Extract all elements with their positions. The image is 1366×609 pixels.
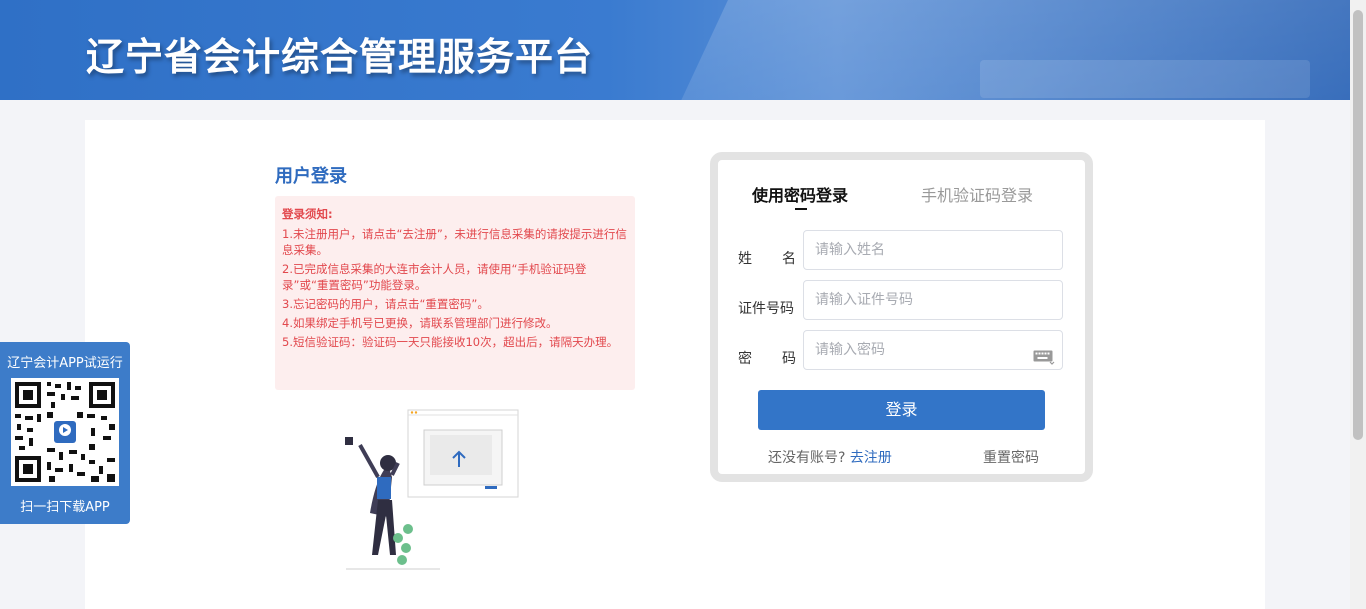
- name-input[interactable]: [803, 230, 1063, 270]
- login-button[interactable]: 登录: [758, 390, 1045, 430]
- user-login-heading: 用户登录: [275, 166, 347, 187]
- notice-item: 2.已完成信息采集的大连市会计人员，请使用“手机验证码登录”或“重置密码”功能登…: [282, 262, 587, 292]
- notice-item: 4.如果绑定手机号已更换，请联系管理部门进行修改。: [282, 316, 558, 330]
- active-tab-indicator: [795, 208, 807, 210]
- login-panel: 使用密码登录 手机验证码登录 姓 名 证件号码 密 码 登录 还没有账号? 去注…: [710, 152, 1093, 482]
- name-label-char: 名: [782, 251, 796, 267]
- header-banner: 辽宁省会计综合管理服务平台: [0, 0, 1350, 100]
- login-notice: 登录须知: 1.未注册用户，请点击“去注册”，未进行信息采集的请按提示进行信息采…: [275, 196, 635, 390]
- notice-item: 1.未注册用户，请点击“去注册”，未进行信息采集的请按提示进行信息采集。: [282, 227, 627, 257]
- qr-code-icon: [11, 378, 119, 486]
- app-promo-subtitle: 扫一扫下载APP: [20, 500, 110, 515]
- scrollbar-thumb[interactable]: [1353, 10, 1363, 440]
- name-label: 姓 名: [738, 248, 798, 268]
- site-title: 辽宁省会计综合管理服务平台: [86, 35, 594, 79]
- page-scrollbar[interactable]: [1350, 0, 1366, 609]
- banner-decoration: [980, 60, 1310, 98]
- id-number-input[interactable]: [803, 280, 1063, 320]
- password-label-char: 密: [738, 351, 752, 367]
- register-link[interactable]: 去注册: [850, 450, 892, 466]
- register-prompt: 还没有账号? 去注册: [768, 447, 892, 467]
- password-label: 密 码: [738, 348, 798, 368]
- upload-illustration: [345, 409, 519, 570]
- notice-item: 5.短信验证码：验证码一天只能接收10次，超出后，请隔天办理。: [282, 335, 619, 349]
- password-label-char: 码: [782, 351, 796, 367]
- password-input[interactable]: [803, 330, 1063, 370]
- keyboard-icon[interactable]: [1033, 349, 1055, 365]
- reset-password-link[interactable]: 重置密码: [983, 447, 1039, 467]
- notice-item: 3.忘记密码的用户，请点击“重置密码”。: [282, 297, 489, 311]
- app-promo-title: 辽宁会计APP试运行: [7, 356, 123, 371]
- app-download-widget[interactable]: 辽宁会计APP试运行 扫一扫下载APP: [0, 342, 130, 524]
- tab-password-login[interactable]: 使用密码登录: [752, 182, 848, 206]
- tab-sms-login[interactable]: 手机验证码登录: [921, 182, 1033, 206]
- notice-title: 登录须知:: [282, 207, 333, 221]
- name-label-char: 姓: [738, 251, 752, 267]
- id-number-label: 证件号码: [738, 301, 794, 317]
- no-account-text: 还没有账号?: [768, 450, 846, 466]
